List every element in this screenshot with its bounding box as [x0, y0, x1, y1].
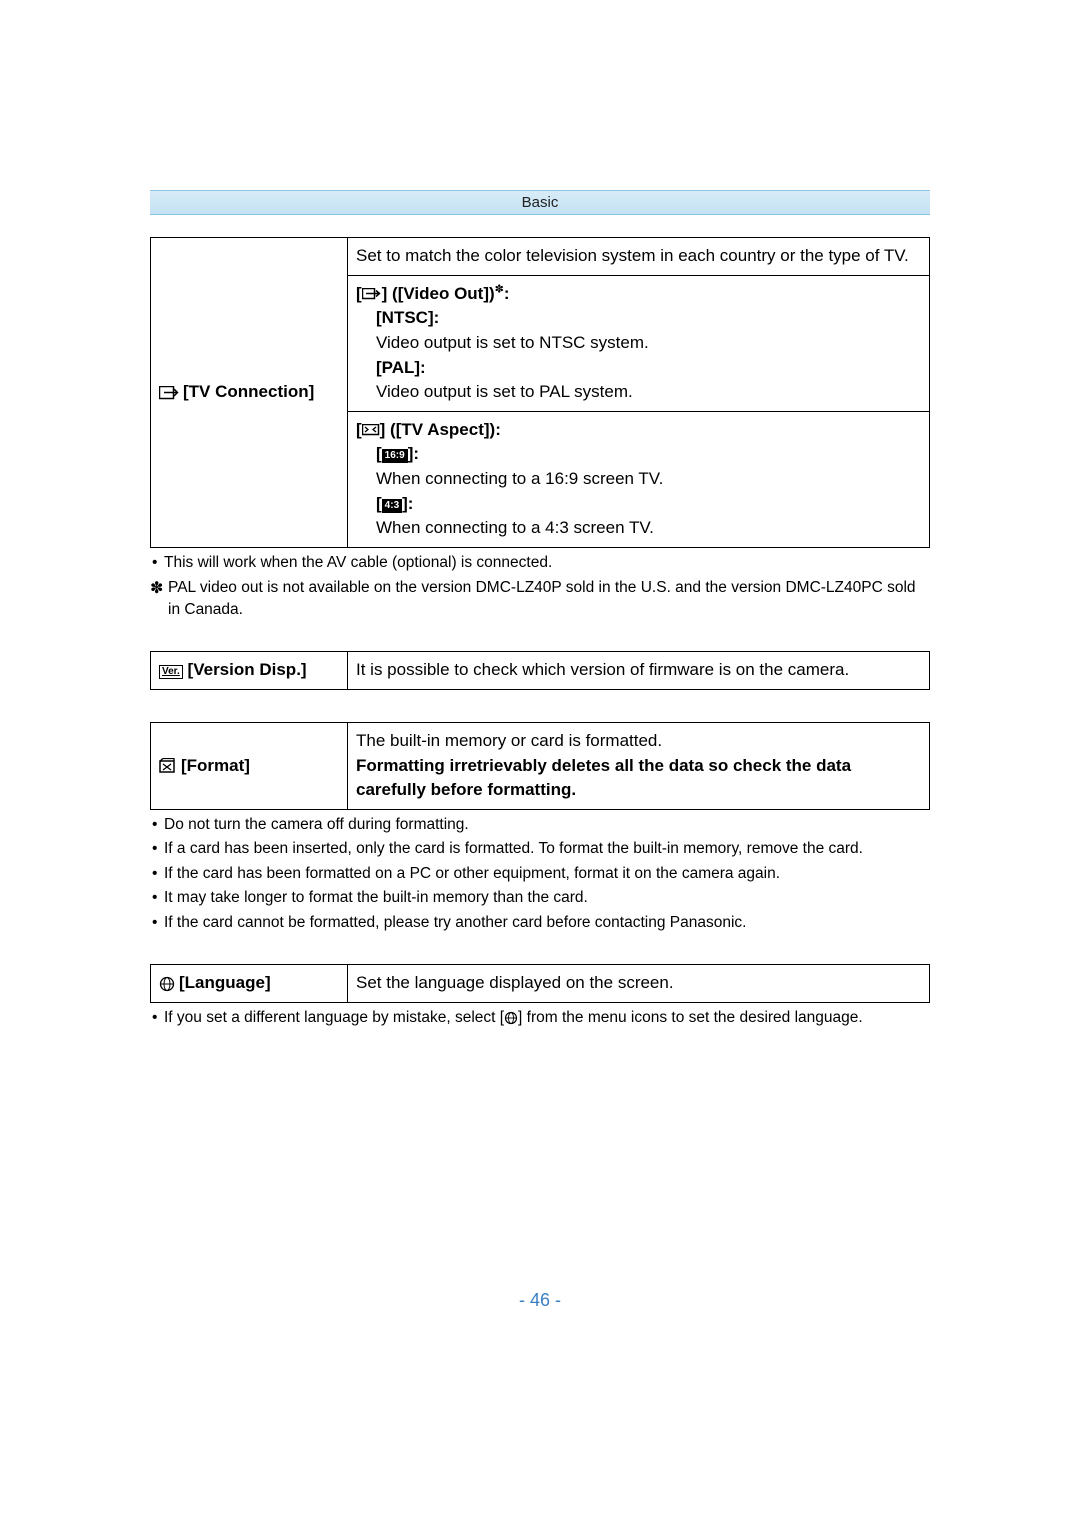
language-label-cell: [Language] [151, 965, 348, 1003]
language-text: Set the language displayed on the screen… [348, 965, 930, 1003]
format-label: [Format] [181, 756, 250, 775]
format-note-3: •If the card has been formatted on a PC … [150, 863, 930, 885]
version-label: [Version Disp.] [188, 660, 307, 679]
video-out-icon [362, 288, 382, 300]
format-note-2: •If a card has been inserted, only the c… [150, 838, 930, 860]
tv-note-1: •This will work when the AV cable (optio… [150, 552, 930, 574]
format-icon [159, 754, 177, 779]
aspect-169-icon: 16:9 [382, 449, 408, 463]
tv-note-2: ✽PAL video out is not available on the v… [150, 577, 930, 622]
language-icon [159, 972, 175, 997]
format-table: [Format] The built-in memory or card is … [150, 722, 930, 810]
format-text: The built-in memory or card is formatted… [348, 723, 930, 810]
version-label-cell: Ver. [Version Disp.] [151, 652, 348, 690]
tv-aspect-icon [362, 424, 380, 436]
format-label-cell: [Format] [151, 723, 348, 810]
format-note-5: •If the card cannot be formatted, please… [150, 912, 930, 934]
format-note-4: •It may take longer to format the built-… [150, 887, 930, 909]
format-note-1: •Do not turn the camera off during forma… [150, 814, 930, 836]
version-table: Ver. [Version Disp.] It is possible to c… [150, 651, 930, 690]
page-number: - 46 - [150, 1290, 930, 1311]
version-text: It is possible to check which version of… [348, 652, 930, 690]
footnote-marker: ✽ [495, 283, 504, 295]
tv-row3: [] ([TV Aspect]): [16:9]: When connectin… [348, 411, 930, 547]
aspect-43-icon: 4:3 [382, 499, 402, 513]
section-header: Basic [150, 190, 930, 215]
section-title: Basic [522, 194, 559, 211]
language-note-1: •If you set a different language by mist… [150, 1007, 930, 1029]
language-inline-icon [504, 1011, 518, 1025]
version-icon: Ver. [159, 665, 183, 679]
tv-out-icon [159, 380, 179, 405]
tv-connection-table: [TV Connection] Set to match the color t… [150, 237, 930, 548]
footnote-star-icon: ✽ [150, 577, 168, 600]
tv-row2: [] ([Video Out])✽: [NTSC]: Video output … [348, 275, 930, 411]
tv-connection-label-cell: [TV Connection] [151, 238, 348, 548]
language-label: [Language] [179, 973, 271, 992]
tv-row1: Set to match the color television system… [348, 238, 930, 276]
language-table: [Language] Set the language displayed on… [150, 964, 930, 1003]
tv-connection-label: [TV Connection] [183, 382, 314, 401]
